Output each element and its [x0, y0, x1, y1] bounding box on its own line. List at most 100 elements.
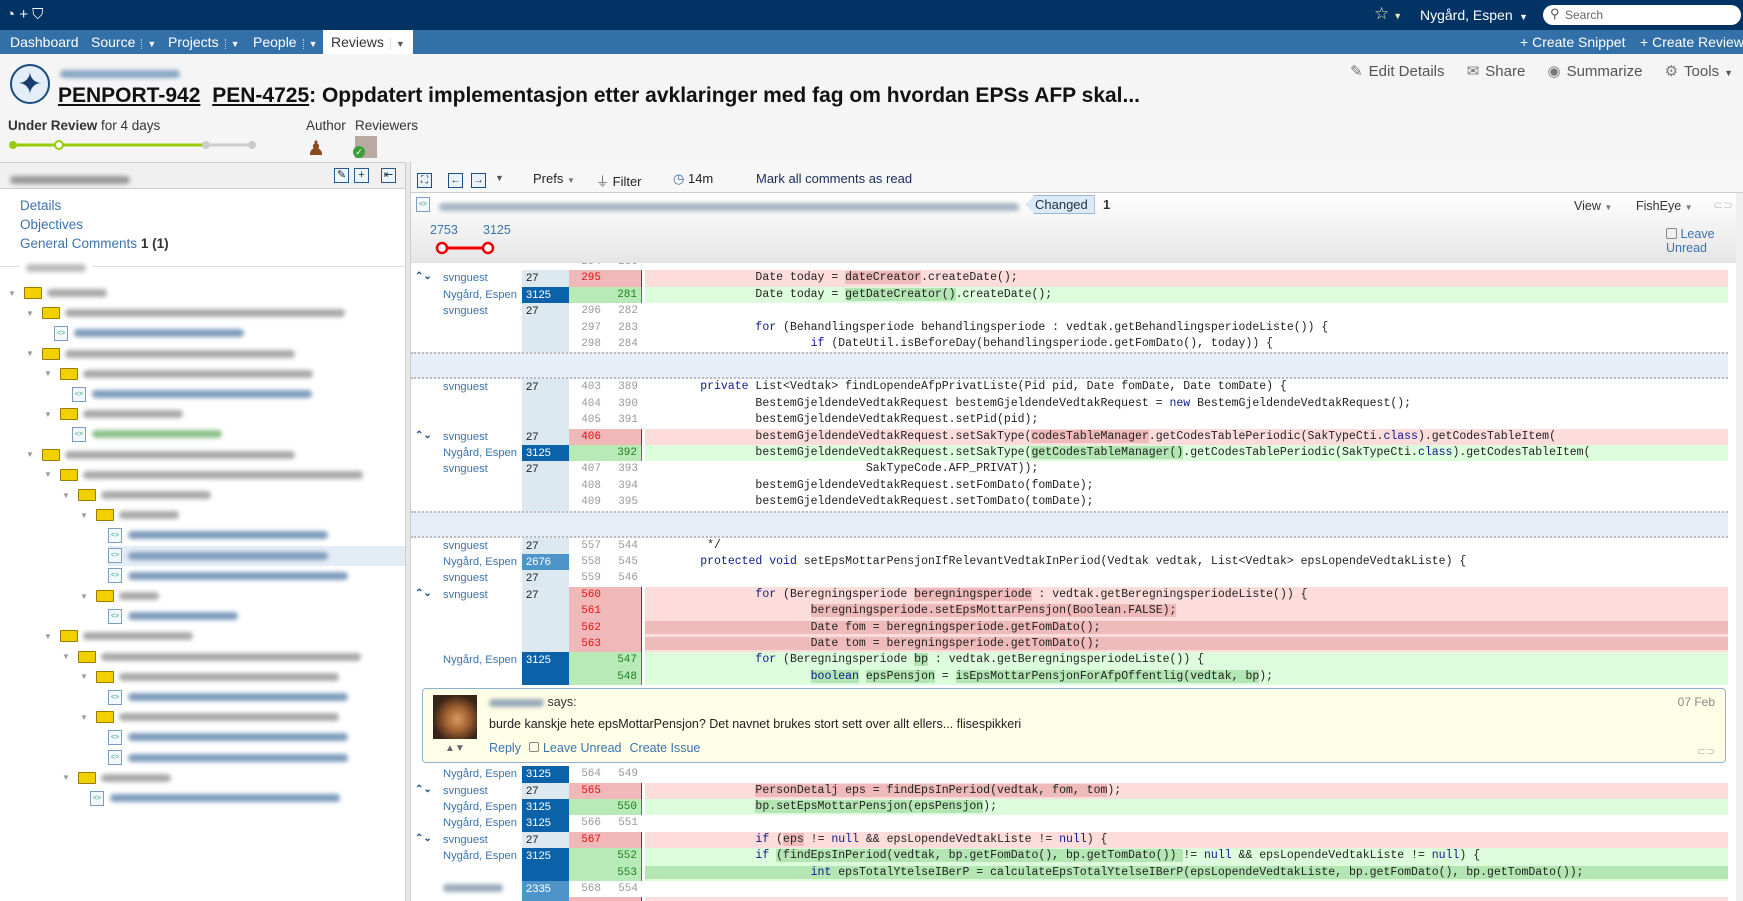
line-revision[interactable]	[522, 897, 569, 901]
expand-context-icon[interactable]: ⌃⌄	[415, 833, 432, 844]
line-author[interactable]	[443, 883, 503, 895]
next-file-icon[interactable]: →	[471, 171, 486, 188]
fisheye-menu[interactable]: FishEye ▼	[1636, 199, 1693, 213]
line-author[interactable]: svnguest	[443, 834, 488, 846]
line-revision[interactable]: 27	[522, 428, 569, 445]
expand-context-icon[interactable]: ⌃⌄	[415, 588, 432, 599]
permalink-icon[interactable]: ⊂⊃	[1697, 745, 1715, 758]
tree-folder[interactable]: ▼	[44, 626, 193, 646]
line-revision[interactable]: 27	[522, 831, 569, 849]
tree-file[interactable]: <>	[108, 566, 348, 586]
tree-file[interactable]: <>	[108, 748, 348, 768]
tree-file[interactable]: <>	[54, 323, 244, 343]
line-revision[interactable]	[522, 336, 569, 353]
line-author[interactable]: Nygård, Espen	[443, 850, 517, 862]
line-author[interactable]: Nygård, Espen	[443, 447, 517, 459]
line-revision[interactable]	[522, 395, 569, 413]
tree-folder[interactable]: ▼	[26, 445, 295, 465]
tree-folder[interactable]: ▼	[62, 647, 361, 667]
line-revision[interactable]	[522, 477, 569, 495]
tree-file[interactable]: <>	[72, 424, 222, 444]
expand-arrow-icon[interactable]: ▼	[44, 470, 54, 479]
line-revision[interactable]: 3125	[522, 652, 569, 669]
skipped-lines-separator[interactable]	[411, 352, 1728, 380]
tree-file[interactable]: <>	[108, 545, 405, 566]
line-author[interactable]: Nygård, Espen	[443, 801, 517, 813]
tree-file[interactable]: <>	[108, 606, 238, 626]
line-revision[interactable]: 2335	[522, 881, 569, 898]
collapse-sidebar-icon[interactable]: ⇤	[381, 168, 396, 183]
line-author[interactable]: svnguest	[443, 589, 488, 601]
expand-context-icon[interactable]: ⌃⌄	[415, 271, 432, 282]
chevron-down-icon[interactable]: ▼	[141, 39, 157, 49]
line-author[interactable]: Nygård, Espen	[443, 768, 517, 780]
create-snippet-button[interactable]: + Create Snippet	[1520, 34, 1625, 50]
revision-from[interactable]: 2753	[430, 223, 458, 237]
tree-folder[interactable]: ▼	[80, 667, 339, 687]
expand-arrow-icon[interactable]: ▼	[62, 652, 72, 661]
expand-arrow-icon[interactable]: ▼	[80, 592, 90, 601]
line-author[interactable]: svnguest	[443, 272, 488, 284]
issue-link-penport[interactable]: PENPORT-942	[58, 84, 200, 107]
line-revision[interactable]	[522, 319, 569, 336]
line-revision[interactable]: 3125	[522, 766, 569, 783]
line-author[interactable]: Nygård, Espen	[443, 556, 517, 568]
line-revision[interactable]	[522, 636, 569, 653]
line-author[interactable]: svnguest	[443, 540, 488, 552]
line-revision[interactable]: 3125	[522, 445, 569, 462]
chevron-down-icon[interactable]: ▼	[224, 39, 240, 49]
create-issue-link[interactable]: Create Issue	[630, 741, 701, 755]
line-revision[interactable]: 27	[522, 270, 569, 287]
details-link[interactable]: Details	[20, 198, 61, 213]
line-author[interactable]: svnguest	[443, 463, 488, 475]
expand-arrow-icon[interactable]: ▼	[80, 672, 90, 681]
expand-arrow-icon[interactable]: ▼	[26, 450, 36, 459]
line-revision[interactable]	[522, 412, 569, 429]
prefs-menu[interactable]: Prefs ▼	[533, 171, 575, 186]
nav-reviews[interactable]: Reviews ▼	[323, 30, 413, 54]
general-comments-link[interactable]: General Comments	[20, 236, 137, 251]
link-icon[interactable]: ⊂⊃	[1713, 198, 1733, 212]
line-author[interactable]: svnguest	[443, 305, 488, 317]
checkbox[interactable]	[1666, 228, 1677, 239]
tree-folder[interactable]: ▼	[8, 283, 107, 303]
tools-menu[interactable]: ⚙ Tools ▼	[1665, 63, 1733, 80]
line-revision[interactable]: 27	[522, 586, 569, 604]
fullscreen-icon[interactable]: ⛶	[417, 171, 432, 188]
tree-folder[interactable]: ▼	[80, 586, 159, 606]
vertical-scrollbar[interactable]	[1736, 193, 1743, 901]
line-revision[interactable]: 3125	[522, 799, 569, 816]
tree-folder[interactable]: ▼	[26, 303, 345, 323]
line-revision[interactable]: 27	[522, 461, 569, 478]
time-spent[interactable]: ◷ 14m	[673, 171, 713, 187]
chevron-down-icon[interactable]: ▼	[389, 39, 405, 49]
chevron-down-icon[interactable]: ▼	[302, 39, 318, 49]
line-author[interactable]: Nygård, Espen	[443, 817, 517, 829]
expand-arrow-icon[interactable]: ▼	[62, 773, 72, 782]
line-author[interactable]: Nygård, Espen	[443, 654, 517, 666]
app-logo[interactable]: ◔ + ⛉	[6, 6, 43, 23]
share-button[interactable]: ✉ Share	[1467, 63, 1526, 80]
expand-context-icon[interactable]: ⌃⌄	[415, 784, 432, 795]
tree-folder[interactable]: ▼	[44, 404, 183, 424]
nav-people[interactable]: People ▼	[253, 30, 318, 54]
tree-folder[interactable]: ▼	[62, 485, 211, 505]
reviewer-avatar[interactable]: ✓	[353, 136, 377, 158]
expand-arrow-icon[interactable]: ▼	[44, 369, 54, 378]
create-review-button[interactable]: + Create Review	[1640, 34, 1743, 50]
chevron-down-icon[interactable]: ▼	[1517, 12, 1528, 22]
tree-folder[interactable]: ▼	[44, 465, 363, 485]
line-author[interactable]: svnguest	[443, 431, 488, 443]
expand-arrow-icon[interactable]: ▼	[44, 632, 54, 641]
tree-file[interactable]: <>	[108, 687, 348, 707]
reply-link[interactable]: Reply	[489, 741, 521, 755]
line-revision[interactable]: 2676	[522, 554, 569, 571]
tree-file[interactable]: <>	[72, 384, 312, 404]
tree-file[interactable]: <>	[108, 525, 328, 545]
line-revision[interactable]	[522, 603, 569, 620]
leave-unread-link[interactable]: Leave Unread	[543, 741, 622, 755]
revision-slider[interactable]	[435, 241, 495, 255]
line-revision[interactable]: 27	[522, 570, 569, 587]
tree-file[interactable]: <>	[108, 727, 348, 747]
tree-file[interactable]: <>	[90, 788, 340, 808]
